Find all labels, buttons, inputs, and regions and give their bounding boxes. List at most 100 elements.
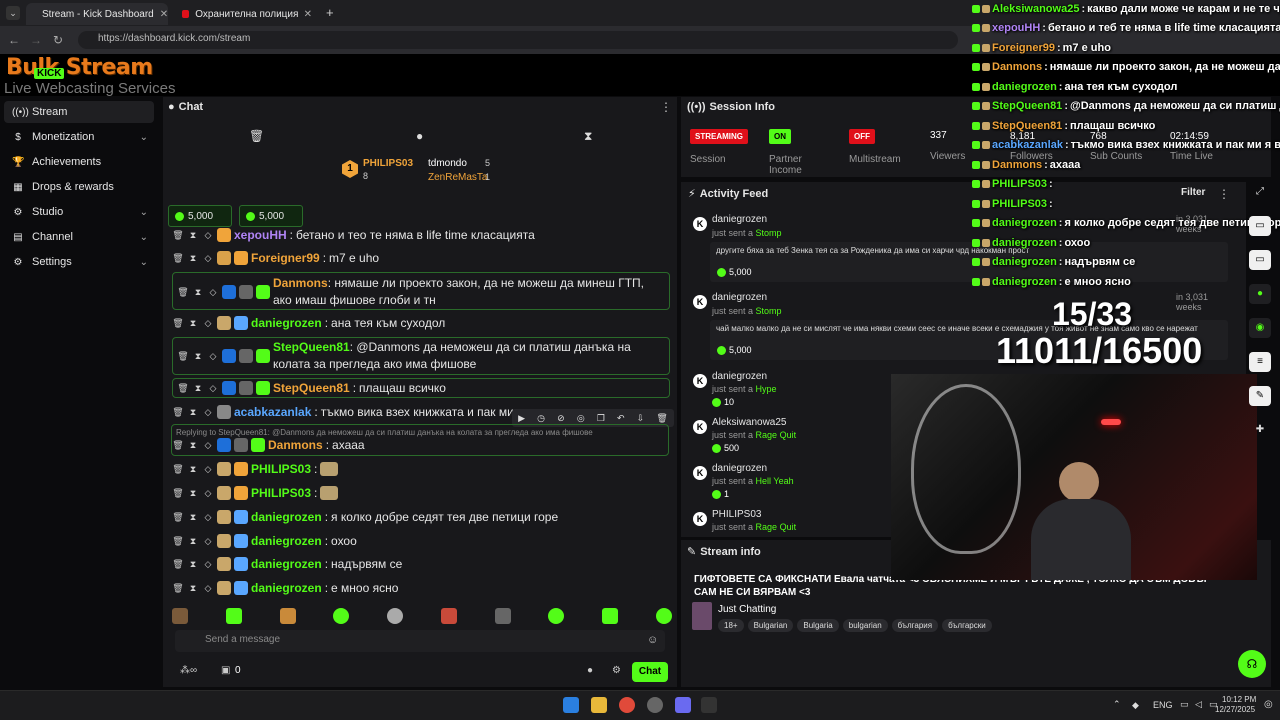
chat-message[interactable]: 🗑 ⧗ ◇ daniegrozen: ана тея към суходол [172,316,670,330]
wrench-icon[interactable]: ✎ [1249,386,1271,406]
copy-icon[interactable]: ❐ [597,413,605,424]
new-tab-button[interactable]: + [326,5,334,20]
filter-button[interactable]: Filter [1181,187,1205,198]
reply-icon[interactable]: ◎ [577,413,585,424]
timeout-icon[interactable]: ⧗ [187,512,199,523]
url-field[interactable]: https://dashboard.kick.com/stream [78,31,958,49]
trash-icon[interactable]: 🗑 [172,536,184,547]
forward-icon[interactable]: → [28,32,44,48]
sidebar-item-drops[interactable]: ▦ Drops & rewards [4,176,154,198]
trash-icon[interactable]: 🗑 [172,559,184,570]
timeout-icon[interactable]: ⧗ [187,230,199,241]
volume-icon[interactable]: ◁ [1195,699,1202,710]
chat-message[interactable]: 🗑 ⧗ ◇ daniegrozen: охоо [172,534,670,548]
trash-icon[interactable]: 🗑 [177,287,189,298]
trash-icon[interactable]: 🗑 [177,383,189,394]
tab-close-icon[interactable]: ✕ [160,9,168,20]
sidebar-item-stream[interactable]: ((•)) Stream [4,101,154,123]
shield-icon[interactable]: ◇ [202,230,214,241]
shield-icon[interactable]: ◇ [207,287,219,298]
chat-message[interactable]: 🗑 ⧗ ◇ StepQueen81: плащаш всичко [172,378,670,398]
tab-search-icon[interactable]: ⌄ [6,6,20,20]
chat-send-button[interactable]: Chat [632,662,668,682]
emote[interactable] [387,608,404,624]
chat-message[interactable]: 🗑 ⧗ ◇ Danmons: нямаше ли проекто закон, да… [172,272,670,310]
trash-icon[interactable]: 🗑 [249,129,264,143]
chat-message[interactable]: 🗑 ⧗ ◇ PHILIPS03: [172,462,670,476]
emote[interactable] [172,608,188,624]
support-headset-icon[interactable]: ☊ [1238,650,1266,678]
gear-icon[interactable]: ⚙ [612,665,621,676]
terminal-icon[interactable] [701,697,717,713]
windows-start-icon[interactable] [563,697,579,713]
trash-icon[interactable]: 🗑 [172,464,184,475]
chat-bubble-icon[interactable]: ● [587,665,593,676]
back-icon[interactable]: ← [6,32,22,48]
shield-icon[interactable]: ◇ [207,351,219,362]
timeout-icon[interactable]: ⧗ [187,253,199,264]
language-indicator[interactable]: ENG [1153,700,1173,710]
emote[interactable] [602,608,619,624]
timeout-icon[interactable]: ⧗ [187,583,199,594]
shield-icon[interactable]: ◇ [202,464,214,475]
hide-icon[interactable]: ⊘ [557,413,565,424]
chrome-icon[interactable] [619,697,635,713]
chat-menu-icon[interactable]: ⋮ [660,100,672,114]
sidebar-item-studio[interactable]: ⚙ Studio ⌄ [4,201,154,223]
pinned-gift[interactable]: 5,000 [239,205,303,227]
timeout-icon[interactable]: ⧗ [187,464,199,475]
discord-icon[interactable] [675,697,691,713]
file-explorer-icon[interactable] [591,697,607,713]
clock-date[interactable]: 12/27/2025 [1215,705,1255,714]
tab-close-icon[interactable]: ✕ [304,9,312,20]
sidebar-item-settings[interactable]: ⚙ Settings ⌄ [4,251,154,273]
emote[interactable] [548,608,565,624]
shield-icon[interactable]: ◇ [202,318,214,329]
chat-icon[interactable]: ● [1249,284,1271,304]
tab-youtube[interactable]: Охранителна полиция 8 РУ | П ✕ [172,3,322,25]
emoji-icon[interactable]: ☺ [647,634,658,646]
trash-icon[interactable]: 🗑 [172,318,184,329]
emote[interactable] [655,608,672,624]
list-icon[interactable]: ≡ [1249,352,1271,372]
play-icon[interactable]: ▶ [518,413,525,424]
notification-icon[interactable]: ◎ [1264,699,1273,710]
tray-chevron-icon[interactable]: ⌃ [1113,699,1121,710]
trash-icon[interactable]: 🗑 [172,440,184,451]
clock-icon[interactable]: ◷ [537,413,545,424]
emote[interactable] [279,608,296,624]
pin-icon[interactable]: ⇩ [637,413,645,424]
trash-icon[interactable]: 🗑 [172,230,184,241]
timeout-icon[interactable]: ⧗ [187,536,199,547]
undo-icon[interactable]: ↶ [617,413,625,424]
chat-message[interactable]: 🗑 ⧗ ◇ daniegrozen: я колко добре седят тея… [172,510,670,524]
timeout-icon[interactable]: ⧗ [192,351,204,362]
trash-icon[interactable]: 🗑 [172,512,184,523]
emote[interactable] [440,608,457,624]
timeout-icon[interactable]: ⧗ [187,559,199,570]
menu-icon[interactable]: ⋮ [1218,187,1230,201]
shield-icon[interactable]: ◇ [202,559,214,570]
shield-icon[interactable]: ◇ [202,512,214,523]
trash-icon[interactable]: 🗑 [172,488,184,499]
sidebar-item-achievements[interactable]: 🏆 Achievements [4,151,154,173]
obs-icon[interactable] [647,697,663,713]
sidebar-item-monetization[interactable]: $ Monetization ⌄ [4,126,154,148]
timeout-icon[interactable]: ⧗ [187,407,199,418]
chat-message[interactable]: 🗑 ⧗ ◇ Danmons: ахааа [172,438,670,452]
pinned-gift[interactable]: 5,000 [168,205,232,227]
tab-kick-dashboard[interactable]: Stream - Kick Dashboard ✕ [26,3,168,25]
send-message-input[interactable]: Send a message [175,630,665,652]
chat-message[interactable]: 🗑 ⧗ ◇ PHILIPS03: [172,486,670,500]
puzzle-icon[interactable]: ✚ [1249,420,1271,440]
timeout-icon[interactable]: ⧗ [192,287,204,298]
shield-icon[interactable]: ◇ [202,536,214,547]
delete-icon[interactable]: 🗑 [656,413,667,424]
sidebar-item-channel[interactable]: ▤ Channel ⌄ [4,226,154,248]
timeout-icon[interactable]: ⧗ [192,383,204,394]
infinity-icon[interactable]: ⁂∞ [180,665,197,676]
shield-icon[interactable]: ◇ [202,488,214,499]
hourglass-icon[interactable]: ⧗ [584,129,592,144]
chat-message[interactable]: 🗑 ⧗ ◇ xepouHH: бетано и тео те няма в life… [172,228,670,242]
shield-icon[interactable]: ◇ [202,440,214,451]
